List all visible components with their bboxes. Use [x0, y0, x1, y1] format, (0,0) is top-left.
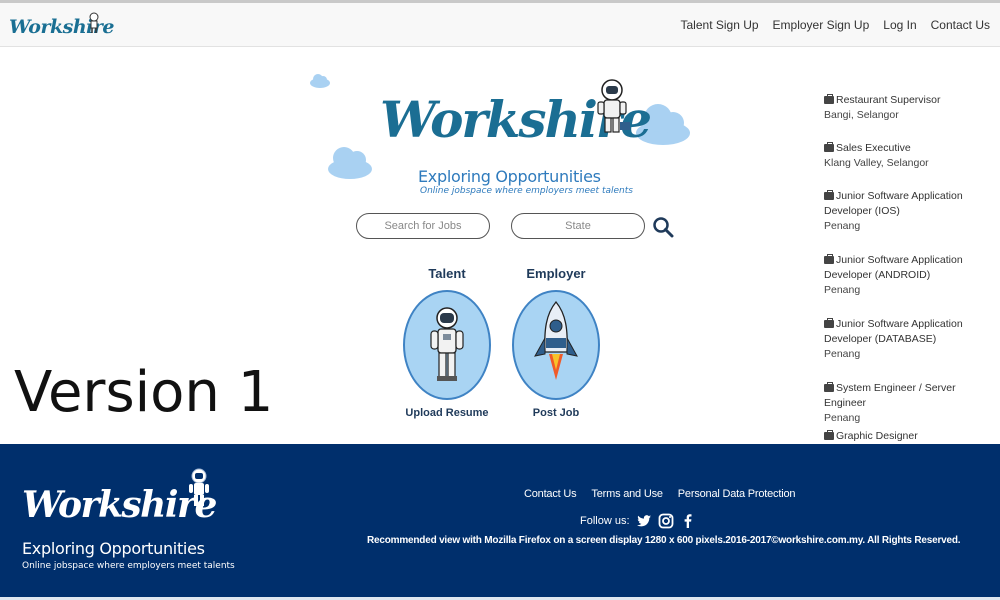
version-label: Version 1	[14, 360, 274, 425]
briefcase-icon	[824, 254, 834, 264]
copyright-text: Recommended view with Mozilla Firefox on…	[367, 535, 961, 546]
footer-contact-us[interactable]: Contact Us	[524, 488, 577, 500]
briefcase-icon	[824, 318, 834, 328]
job-title[interactable]: Restaurant Supervisor	[836, 94, 940, 106]
job-title[interactable]: Junior Software Application Developer (A…	[824, 254, 963, 281]
briefcase-icon	[824, 190, 834, 200]
briefcase-icon	[824, 382, 834, 392]
facebook-icon[interactable]	[680, 513, 696, 529]
astronaut-icon	[189, 468, 209, 506]
twitter-icon[interactable]	[636, 513, 652, 529]
job-title[interactable]: Junior Software Application Developer (D…	[824, 318, 963, 345]
talent-title: Talent	[428, 266, 466, 281]
talent-button[interactable]	[403, 290, 491, 400]
job-title[interactable]: Sales Executive	[836, 142, 911, 154]
nav-login[interactable]: Log In	[883, 18, 916, 32]
upload-resume-link[interactable]: Upload Resume	[397, 407, 497, 419]
footer-tagline: Exploring Opportunities	[22, 539, 205, 558]
job-location: Penang	[824, 284, 861, 296]
job-item[interactable]: Sales Executive Klang Valley, Selangor	[824, 141, 994, 171]
job-title[interactable]: Junior Software Application Developer (I…	[824, 190, 963, 217]
job-item[interactable]: Restaurant Supervisor Bangi, Selangor	[824, 93, 994, 123]
employer-title: Employer	[526, 266, 586, 281]
rocket-icon	[534, 300, 578, 380]
job-location: Penang	[824, 220, 861, 232]
navbar: Workshire Talent Sign Up Employer Sign U…	[0, 3, 1000, 47]
job-list: Restaurant Supervisor Bangi, Selangor Sa…	[824, 90, 994, 442]
astronaut-mini-icon	[89, 12, 99, 33]
follow-label: Follow us:	[580, 515, 630, 527]
job-location: Penang	[824, 348, 861, 360]
footer-terms[interactable]: Terms and Use	[591, 488, 663, 500]
briefcase-icon	[824, 94, 834, 104]
job-item[interactable]: System Engineer / Server Engineer Penang	[824, 381, 994, 426]
state-input[interactable]	[511, 213, 645, 239]
nav-talent-signup[interactable]: Talent Sign Up	[681, 18, 759, 32]
nav-logo[interactable]: Workshire	[9, 12, 114, 44]
briefcase-icon	[824, 142, 834, 152]
post-job-link[interactable]: Post Job	[506, 407, 606, 419]
job-location: Penang	[824, 412, 861, 424]
job-location: Klang Valley, Selangor	[824, 157, 929, 169]
instagram-icon[interactable]	[658, 513, 674, 529]
hero-subtagline: Online jobspace where employers meet tal…	[420, 186, 633, 196]
hero-tagline: Exploring Opportunities	[418, 167, 601, 186]
cloud-icon	[310, 74, 330, 88]
footer-subtagline: Online jobspace where employers meet tal…	[22, 561, 235, 571]
search-icon[interactable]	[652, 216, 674, 238]
job-item[interactable]: Junior Software Application Developer (A…	[824, 253, 994, 298]
job-item[interactable]: Junior Software Application Developer (D…	[824, 317, 994, 362]
job-title[interactable]: Graphic Designer	[836, 430, 918, 442]
job-location: Bangi, Selangor	[824, 109, 899, 121]
astronaut-icon	[597, 79, 630, 133]
astronaut-icon	[430, 307, 464, 381]
job-item[interactable]: Junior Software Application Developer (I…	[824, 189, 994, 234]
nav-links: Talent Sign Up Employer Sign Up Log In C…	[681, 18, 991, 32]
briefcase-icon	[824, 430, 834, 440]
footer-data-protection[interactable]: Personal Data Protection	[678, 488, 796, 500]
employer-button[interactable]	[512, 290, 600, 400]
follow-us: Follow us:	[580, 513, 696, 529]
job-item[interactable]: Graphic Designer	[824, 429, 994, 442]
cloud-icon	[328, 147, 372, 179]
search-jobs-input[interactable]	[356, 213, 490, 239]
footer-links: Contact Us Terms and Use Personal Data P…	[524, 488, 795, 500]
job-title[interactable]: System Engineer / Server Engineer	[824, 382, 956, 409]
nav-employer-signup[interactable]: Employer Sign Up	[773, 18, 870, 32]
nav-contact-us[interactable]: Contact Us	[931, 18, 990, 32]
